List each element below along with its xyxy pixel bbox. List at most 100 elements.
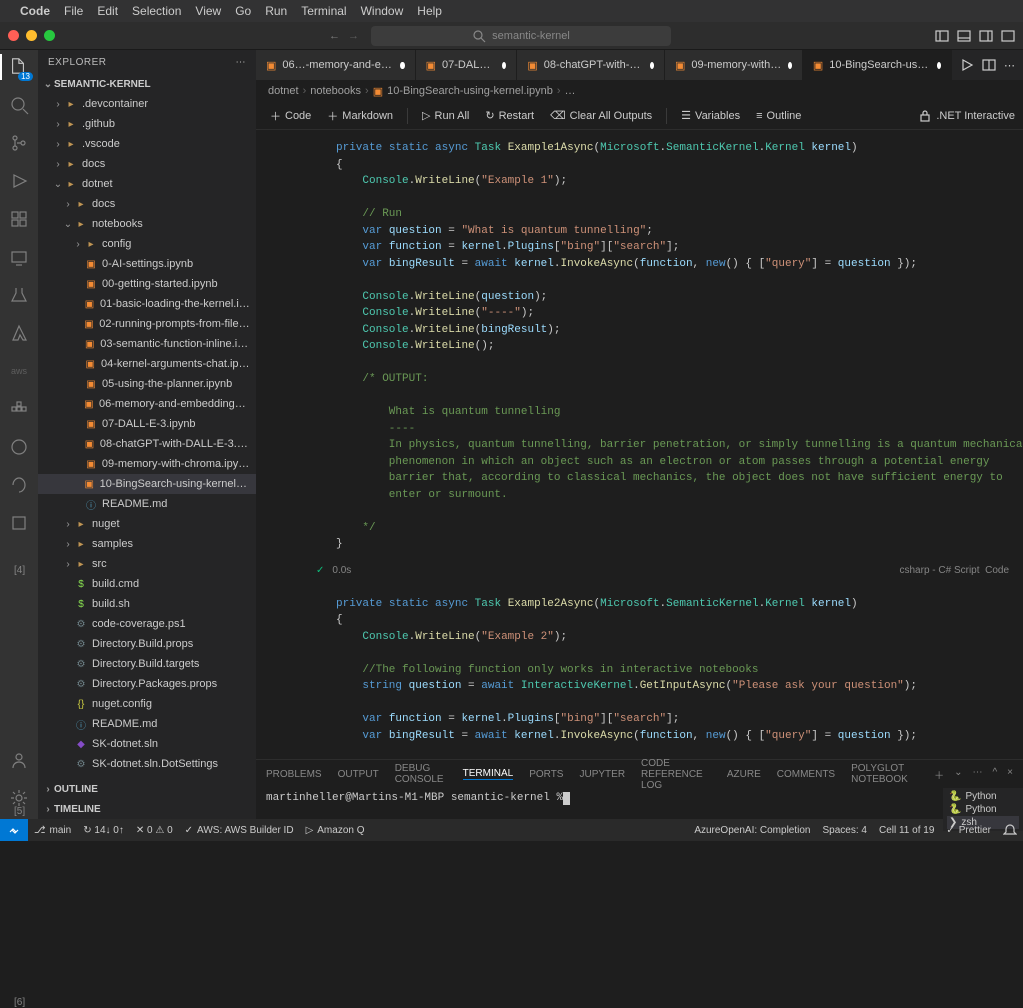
- layout-panel-icon[interactable]: [957, 29, 971, 43]
- tree-item[interactable]: ⚙Directory.Packages.props: [38, 674, 256, 694]
- code-editor[interactable]: private static async Task Example2Async(…: [316, 590, 1023, 760]
- editor-tab[interactable]: ▣09-memory-with-chroma.ipynb: [665, 50, 803, 80]
- run-all-button[interactable]: ▷ Run All: [416, 107, 475, 124]
- run-icon[interactable]: [960, 58, 974, 72]
- tree-item[interactable]: ▣06-memory-and-embeddings.ipynb: [38, 394, 256, 414]
- tree-item[interactable]: ⚙Directory.Build.props: [38, 634, 256, 654]
- activity-remote[interactable]: [8, 246, 30, 268]
- tree-item[interactable]: ⚙Directory.Build.targets: [38, 654, 256, 674]
- tree-item[interactable]: ▣01-basic-loading-the-kernel.ipynb: [38, 294, 256, 314]
- prettier-status[interactable]: ✓ Prettier: [940, 825, 997, 836]
- terminal-shell-item[interactable]: 🐍Python: [947, 803, 1019, 816]
- problems-count[interactable]: ✕ 0 ⚠ 0: [130, 819, 179, 841]
- menu-window[interactable]: Window: [361, 4, 404, 18]
- tree-item[interactable]: ◆SK-dotnet.sln: [38, 734, 256, 754]
- layout-sidebar-left-icon[interactable]: [935, 29, 949, 43]
- breadcrumb[interactable]: dotnet› notebooks› ▣10-BingSearch-using-…: [256, 80, 1023, 102]
- tree-item[interactable]: ▣02-running-prompts-from-file.ipynb: [38, 314, 256, 334]
- aws-status[interactable]: ✓ AWS: AWS Builder ID: [179, 819, 300, 841]
- panel-tab[interactable]: PROBLEMS: [266, 769, 322, 780]
- nav-back-icon[interactable]: ←: [329, 30, 340, 42]
- panel-tab[interactable]: TERMINAL: [463, 768, 514, 780]
- add-code-button[interactable]: ＋ Code: [264, 106, 317, 126]
- tree-item[interactable]: $build.sh: [38, 594, 256, 614]
- new-terminal-icon[interactable]: ＋: [934, 767, 944, 782]
- panel-tab[interactable]: DEBUG CONSOLE: [395, 763, 447, 785]
- menu-edit[interactable]: Edit: [97, 4, 118, 18]
- close-panel-icon[interactable]: ×: [1007, 767, 1013, 782]
- customize-layout-icon[interactable]: [1001, 29, 1015, 43]
- remote-indicator[interactable]: [0, 819, 28, 841]
- activity-run-debug[interactable]: [8, 170, 30, 192]
- menu-view[interactable]: View: [195, 4, 221, 18]
- tree-item[interactable]: ▣10-BingSearch-using-kernel.ipynb: [38, 474, 256, 494]
- panel-tab[interactable]: OUTPUT: [338, 769, 379, 780]
- panel-tab[interactable]: AZURE: [727, 769, 761, 780]
- activity-testing[interactable]: [8, 284, 30, 306]
- nav-forward-icon[interactable]: →: [348, 30, 359, 42]
- tree-item[interactable]: ⚙SK-dotnet.sln.DotSettings: [38, 754, 256, 774]
- activity-aws[interactable]: aws: [8, 360, 30, 382]
- tree-item[interactable]: ▣07-DALL-E-3.ipynb: [38, 414, 256, 434]
- layout-sidebar-right-icon[interactable]: [979, 29, 993, 43]
- app-name[interactable]: Code: [20, 4, 50, 18]
- tree-item[interactable]: ▣0-AI-settings.ipynb: [38, 254, 256, 274]
- explorer-more-icon[interactable]: ⋯: [236, 57, 247, 68]
- tree-item[interactable]: ›▸.github: [38, 114, 256, 134]
- cell-position[interactable]: Cell 11 of 19: [873, 825, 940, 836]
- add-markdown-button[interactable]: ＋ Markdown: [321, 106, 399, 126]
- tree-item[interactable]: ⚙code-coverage.ps1: [38, 614, 256, 634]
- workspace-root-header[interactable]: ⌄SEMANTIC-KERNEL: [38, 74, 256, 94]
- tree-item[interactable]: ›▸docs: [38, 154, 256, 174]
- menu-help[interactable]: Help: [417, 4, 442, 18]
- command-center-search[interactable]: semantic-kernel: [371, 26, 671, 46]
- tree-item[interactable]: ›▸config: [38, 234, 256, 254]
- spaces-indicator[interactable]: Spaces: 4: [816, 825, 872, 836]
- tree-item[interactable]: ▣09-memory-with-chroma.ipynb: [38, 454, 256, 474]
- tree-item[interactable]: {}nuget.config: [38, 694, 256, 714]
- amazon-q-status[interactable]: ▷ Amazon Q: [300, 819, 371, 841]
- minimize-window-button[interactable]: [26, 30, 37, 41]
- tree-item[interactable]: ▣00-getting-started.ipynb: [38, 274, 256, 294]
- activity-explorer[interactable]: 13: [8, 56, 30, 78]
- menu-file[interactable]: File: [64, 4, 83, 18]
- outline-button[interactable]: ≡ Outline: [750, 108, 807, 124]
- tree-item[interactable]: ›▸.devcontainer: [38, 94, 256, 114]
- activity-account[interactable]: [8, 749, 30, 771]
- menu-run[interactable]: Run: [265, 4, 287, 18]
- panel-tab[interactable]: PORTS: [529, 769, 563, 780]
- azure-status[interactable]: AzureOpenAI: Completion: [688, 825, 816, 836]
- tree-item[interactable]: ›▸.vscode: [38, 134, 256, 154]
- activity-item-a[interactable]: [8, 436, 30, 458]
- panel-tab[interactable]: JUPYTER: [579, 769, 625, 780]
- tree-item[interactable]: ⌄▸notebooks: [38, 214, 256, 234]
- menu-terminal[interactable]: Terminal: [301, 4, 346, 18]
- tree-item[interactable]: ›▸src: [38, 554, 256, 574]
- activity-extensions[interactable]: [8, 208, 30, 230]
- tree-item[interactable]: ⓘREADME.md: [38, 714, 256, 734]
- outline-section[interactable]: ›OUTLINE: [38, 779, 256, 799]
- tree-item[interactable]: $build.cmd: [38, 574, 256, 594]
- editor-tab[interactable]: ▣10-BingSearch-using-kernel.ipynb: [803, 50, 952, 80]
- tree-item[interactable]: ▣05-using-the-planner.ipynb: [38, 374, 256, 394]
- terminal-shell-item[interactable]: 🐍Python: [947, 790, 1019, 803]
- menu-go[interactable]: Go: [235, 4, 251, 18]
- activity-container[interactable]: [8, 398, 30, 420]
- panel-tab[interactable]: COMMENTS: [777, 769, 835, 780]
- variables-button[interactable]: ☰ Variables: [675, 107, 746, 124]
- cell-language[interactable]: csharp - C# Script Code: [900, 565, 1010, 576]
- tree-item[interactable]: ›▸samples: [38, 534, 256, 554]
- editor-tab[interactable]: ▣08-chatGPT-with-DALL-E-3.ipynb: [517, 50, 665, 80]
- code-cell[interactable]: private static async Task Example2Async(…: [256, 590, 1023, 760]
- editor-tab[interactable]: ▣06…-memory-and-embeddings.ipynb: [256, 50, 416, 80]
- tree-item[interactable]: ⌄▸dotnet: [38, 174, 256, 194]
- code-editor[interactable]: private static async Task Example1Async(…: [316, 134, 1023, 559]
- panel-tab[interactable]: CODE REFERENCE LOG: [641, 758, 711, 791]
- timeline-section[interactable]: ›TIMELINE: [38, 799, 256, 819]
- tree-item[interactable]: ▣08-chatGPT-with-DALL-E-3.ipynb: [38, 434, 256, 454]
- tree-item[interactable]: ▣04-kernel-arguments-chat.ipynb: [38, 354, 256, 374]
- maximize-window-button[interactable]: [44, 30, 55, 41]
- activity-azure[interactable]: [8, 322, 30, 344]
- menu-selection[interactable]: Selection: [132, 4, 181, 18]
- git-sync[interactable]: ↻ 14↓ 0↑: [77, 819, 130, 841]
